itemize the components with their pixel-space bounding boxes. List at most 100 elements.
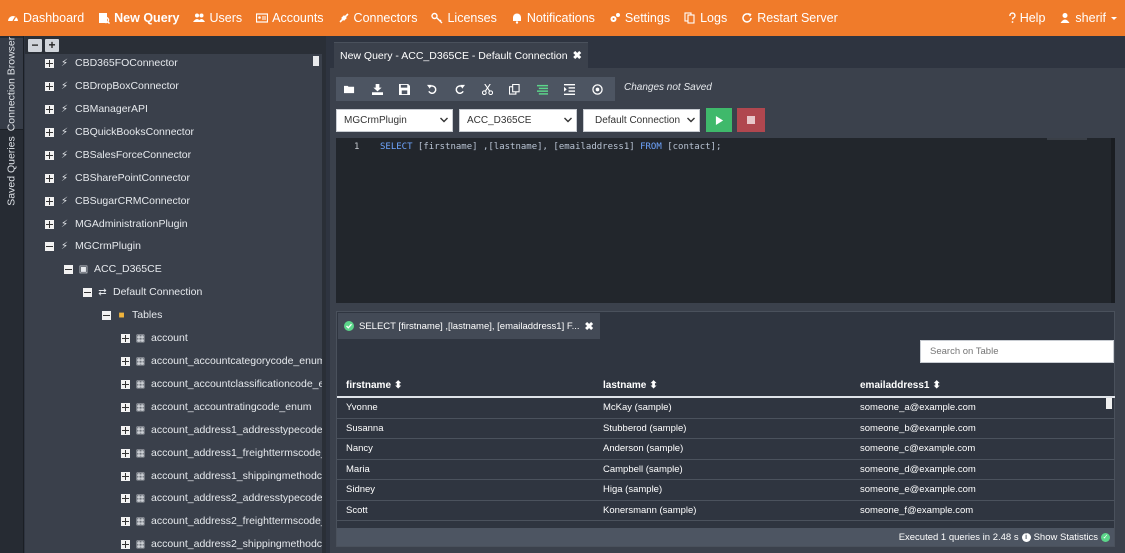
result-tab[interactable]: SELECT [firstname] ,[lastname], [emailad…	[338, 313, 600, 339]
tree-item[interactable]: ▦ account_address1_addresstypecode_enu	[121, 421, 322, 439]
expand-icon[interactable]	[121, 333, 130, 343]
expand-icon[interactable]	[121, 356, 130, 366]
tree-item[interactable]: ▦ account_address2_addresstypecode_enu	[121, 489, 323, 507]
nav-dashboard[interactable]: Dashboard	[0, 0, 91, 36]
tree-item[interactable]: ⚡︎ CBManagerAPI	[45, 100, 148, 118]
collapse-all-button[interactable]: −	[28, 38, 42, 52]
expand-icon[interactable]	[121, 471, 130, 481]
tree-item[interactable]: ⚡︎ CBD365FOConnector	[45, 54, 178, 72]
cut-button[interactable]	[474, 77, 502, 101]
sql-editor[interactable]: 1 SELECT [firstname] ,[lastname], [email…	[336, 138, 1115, 303]
tab-saved-queries[interactable]: Saved Queries	[0, 136, 23, 206]
nav-connectors[interactable]: Connectors	[331, 0, 425, 36]
expand-icon[interactable]	[45, 219, 54, 229]
save-button[interactable]	[391, 77, 419, 101]
nav-accounts-label: Accounts	[272, 11, 324, 25]
run-button[interactable]	[706, 108, 732, 132]
expand-icon[interactable]	[45, 196, 54, 206]
tree-item[interactable]: ⚡︎ CBSharePointConnector	[45, 169, 190, 187]
table-row[interactable]: Yvonne McKay (sample) someone_a@example.co…	[337, 398, 1115, 419]
column-header-firstname[interactable]: firstname ⬍	[337, 374, 594, 396]
tree-scrollbar[interactable]	[313, 56, 319, 66]
tree-item-label: account_address1_freighttermscode_enu	[151, 447, 326, 459]
info-button[interactable]	[584, 77, 612, 101]
tree-item[interactable]: ⚡︎ CBSalesForceConnector	[45, 146, 191, 164]
nav-accounts[interactable]: Accounts	[249, 0, 330, 36]
tree-item[interactable]: ▦ account	[121, 329, 188, 347]
expand-icon[interactable]	[121, 516, 130, 526]
tree-item[interactable]: ▦ account_accountratingcode_enum	[121, 398, 312, 416]
nav-help[interactable]: Help	[1002, 0, 1053, 36]
collapse-icon[interactable]	[45, 241, 54, 251]
tree-item[interactable]: ⚡︎ CBDropBoxConnector	[45, 77, 179, 95]
expand-icon[interactable]	[45, 127, 54, 137]
plugin-select[interactable]: MGCrmPlugin	[336, 109, 453, 132]
format-button[interactable]	[529, 77, 557, 101]
tree-item[interactable]: ⚡︎ MGAdministrationPlugin	[45, 215, 188, 233]
expand-icon[interactable]	[121, 448, 130, 458]
connector-select[interactable]: ACC_D365CE	[459, 109, 577, 132]
expand-icon[interactable]	[45, 104, 54, 114]
table-row[interactable]: Sidney Higa (sample) someone_e@example.com	[337, 480, 1115, 501]
tree-item[interactable]: ■ Tables	[102, 306, 162, 324]
expand-icon[interactable]	[45, 173, 54, 183]
plug-icon: ⚡︎	[60, 103, 69, 115]
redo-button[interactable]	[446, 77, 474, 101]
table-row[interactable]: Susanna Stubberod (sample) someone_b@examp…	[337, 419, 1115, 439]
collapse-icon[interactable]	[102, 310, 111, 320]
tree-item[interactable]: ⚡︎ CBSugarCRMConnector	[45, 192, 190, 210]
results-scrollbar[interactable]	[1106, 398, 1112, 409]
table-row[interactable]: Nancy Anderson (sample) someone_c@example.…	[337, 439, 1115, 460]
expand-icon[interactable]	[45, 150, 54, 160]
expand-icon[interactable]	[121, 402, 130, 412]
table-search-input[interactable]	[920, 340, 1114, 363]
nav-notifications[interactable]: Notifications	[504, 0, 602, 36]
copy-button[interactable]	[501, 77, 529, 101]
table-row[interactable]: Scott Konersmann (sample) someone_f@exampl…	[337, 501, 1115, 521]
tree-item[interactable]: ▣ ACC_D365CE	[64, 260, 162, 278]
nav-restart-server[interactable]: Restart Server	[734, 0, 845, 36]
tree-item[interactable]: ⚡︎ CBQuickBooksConnector	[45, 123, 194, 141]
tree-item[interactable]: ▦ account_address2_freighttermscode_enu	[121, 512, 322, 530]
tree-item[interactable]: ⇄ Default Connection	[83, 283, 202, 301]
tree-item[interactable]: ▦ account_accountcategorycode_enum	[121, 352, 322, 370]
tree-item[interactable]: ⚡︎ MGCrmPlugin	[45, 237, 141, 255]
expand-all-button[interactable]: +	[45, 38, 59, 52]
expand-icon[interactable]	[45, 81, 54, 91]
tree-item[interactable]: ▦ account_address2_shippingmethodcode_	[121, 535, 322, 553]
tree-item[interactable]: ▦ account_accountclassificationcode_enum	[121, 375, 322, 393]
expand-icon[interactable]	[121, 379, 130, 389]
open-button[interactable]	[336, 77, 364, 101]
expand-icon[interactable]	[121, 493, 130, 503]
sql-code-line[interactable]: SELECT [firstname] ,[lastname], [emailad…	[380, 142, 721, 152]
tab-new-query[interactable]: New Query - ACC_D365CE - Default Connect…	[334, 42, 588, 68]
column-header-emailaddress1[interactable]: emailaddress1 ⬍	[851, 374, 1101, 396]
expand-icon[interactable]	[45, 58, 54, 68]
connection-select[interactable]: Default Connection	[583, 109, 700, 132]
column-header-lastname[interactable]: lastname ⬍	[594, 374, 851, 396]
indent-button[interactable]	[556, 77, 584, 101]
undo-button[interactable]	[419, 77, 447, 101]
tab-connection-browser[interactable]: Connection Browser	[0, 36, 23, 131]
nav-logs[interactable]: Logs	[677, 0, 734, 36]
nav-settings[interactable]: Settings	[602, 0, 677, 36]
close-icon[interactable]: ✖	[585, 320, 594, 333]
show-statistics-link[interactable]: Show Statistics	[1034, 532, 1098, 543]
download-button[interactable]	[364, 77, 392, 101]
collapse-icon[interactable]	[83, 287, 92, 297]
close-icon[interactable]: ✖	[573, 49, 582, 62]
expand-icon[interactable]	[121, 539, 130, 549]
nav-user-menu[interactable]: sherif	[1052, 0, 1125, 36]
tree-item-label: MGAdministrationPlugin	[75, 218, 188, 230]
stop-button[interactable]	[737, 108, 765, 132]
table-icon: ▦	[135, 355, 146, 367]
expand-icon[interactable]	[121, 425, 130, 435]
collapse-icon[interactable]	[64, 264, 73, 274]
table-row[interactable]: Maria Campbell (sample) someone_d@example.…	[337, 460, 1115, 480]
tree-item[interactable]: ▦ account_address1_freighttermscode_enu	[121, 444, 326, 462]
nav-licenses[interactable]: Licenses	[424, 0, 503, 36]
tree-item[interactable]: ▦ account_address1_shippingmethodcode_	[121, 467, 322, 485]
nav-new-query[interactable]: New Query	[91, 0, 186, 36]
nav-users[interactable]: Users	[186, 0, 249, 36]
tree-item-label: account_address2_addresstypecode_enu	[151, 492, 323, 504]
